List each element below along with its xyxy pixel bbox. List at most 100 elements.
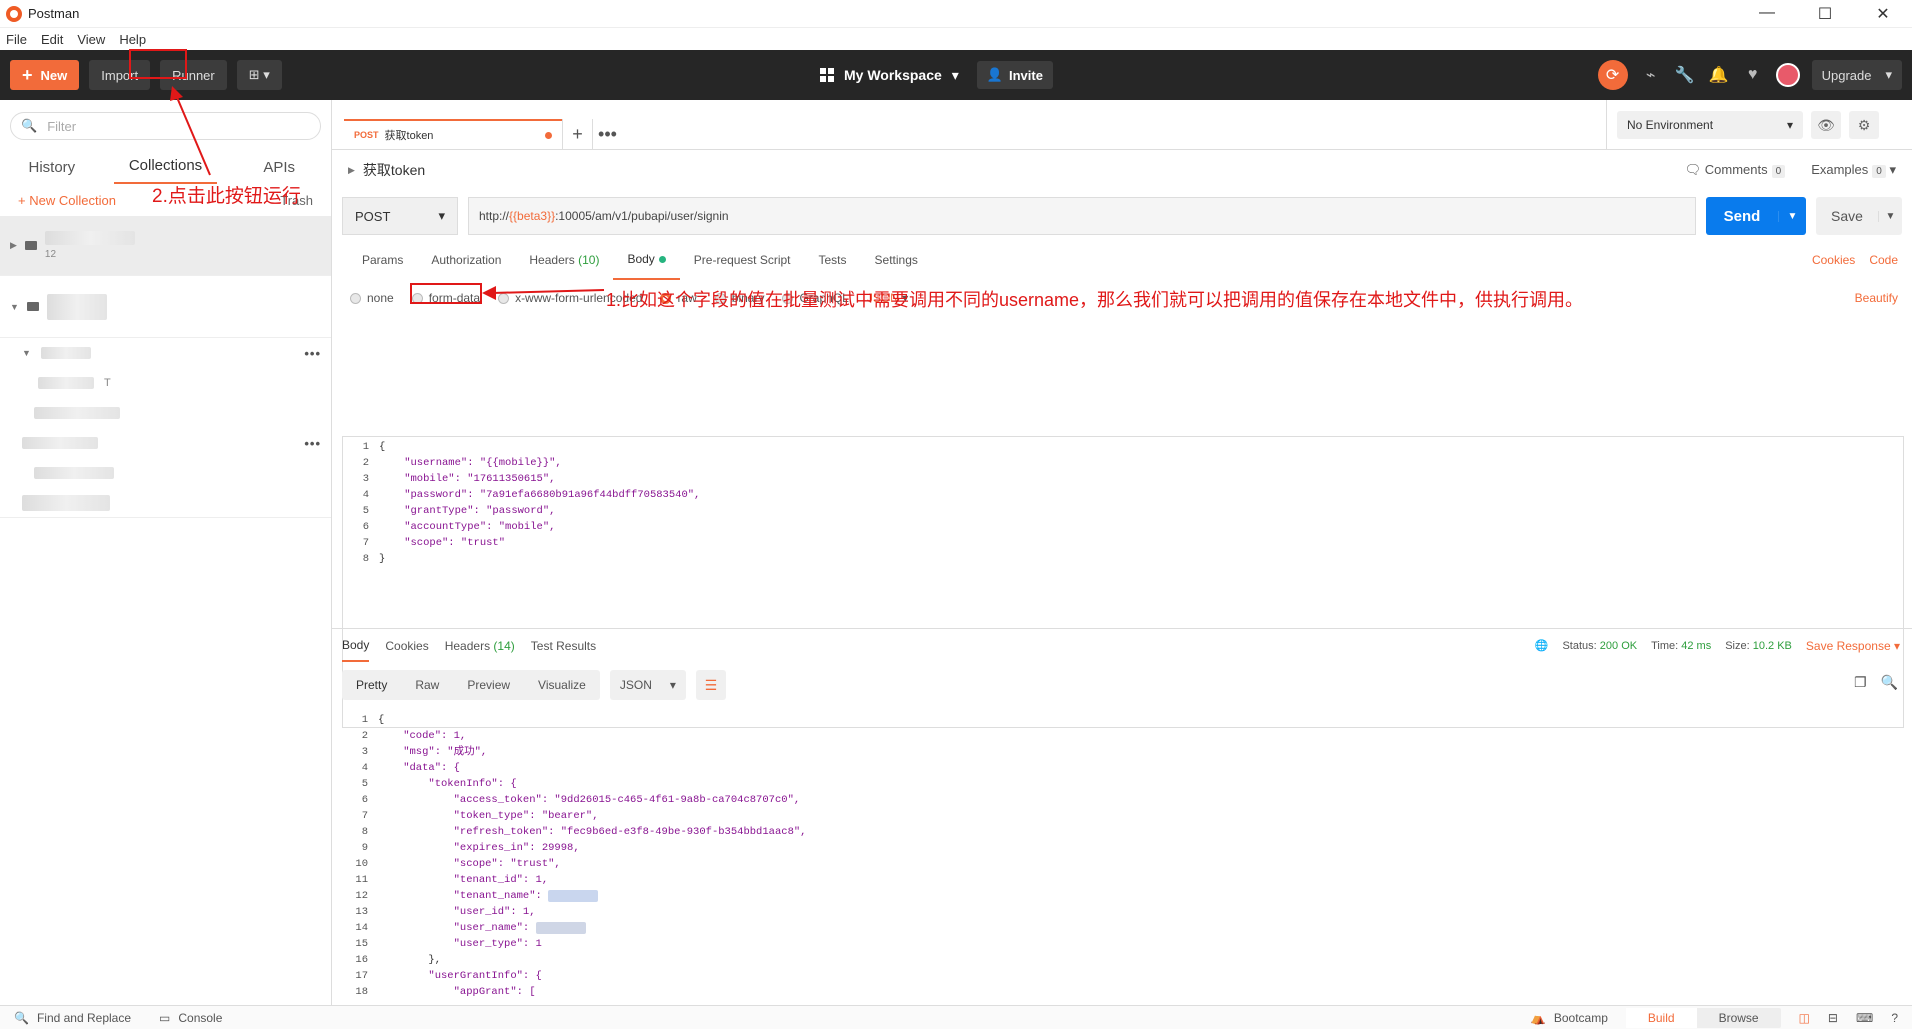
comments-button[interactable]: 🗨 Comments 0 (1685, 162, 1786, 178)
radio-icon (350, 292, 361, 304)
beautify-link[interactable]: Beautify (1855, 291, 1898, 305)
environment-select[interactable]: No Environment ▾ (1617, 111, 1803, 139)
tab-headers[interactable]: Headers (10) (515, 241, 613, 279)
request-item[interactable] (0, 458, 331, 488)
resp-tab-cookies[interactable]: Cookies (385, 639, 428, 653)
menu-view[interactable]: View (77, 32, 105, 47)
format-pretty[interactable]: Pretty (342, 678, 401, 692)
tab-authorization[interactable]: Authorization (417, 241, 515, 279)
minimize-button[interactable]: — (1738, 4, 1796, 24)
format-raw[interactable]: Raw (401, 678, 453, 692)
url-suffix: :10005/am/v1/pubapi/user/signin (555, 209, 729, 223)
headers-label: Headers (529, 253, 575, 267)
save-button[interactable]: Save ▼ (1816, 197, 1902, 235)
menu-file[interactable]: File (6, 32, 27, 47)
save-response-button[interactable]: Save Response ▾ (1806, 639, 1900, 653)
upgrade-button[interactable]: Upgrade ▾ (1811, 60, 1902, 90)
status-value: 200 OK (1599, 639, 1638, 652)
new-collection-button[interactable]: + New Collection (18, 193, 116, 208)
format-preview[interactable]: Preview (453, 678, 524, 692)
new-button[interactable]: + New (10, 60, 80, 90)
request-item[interactable] (0, 398, 331, 428)
new-button-label: New (40, 67, 68, 83)
sync-icon[interactable]: ⟳ (1597, 60, 1628, 90)
code-line: 11 "tenant_id": 1, (355, 874, 549, 886)
close-button[interactable]: ✕ (1854, 4, 1912, 24)
url-input[interactable]: http://{{beta3}}:10005/am/v1/pubapi/user… (468, 197, 1696, 235)
bell-icon[interactable]: 🔔 (1708, 65, 1730, 85)
filter-input[interactable]: 🔍 Filter (10, 112, 321, 140)
menu-help[interactable]: Help (119, 32, 146, 47)
build-tab[interactable]: Build (1625, 1007, 1697, 1028)
tab-tests[interactable]: Tests (805, 241, 861, 279)
code-line: 15 "user_type": 1 (355, 938, 542, 950)
collection-count: 12 (44, 249, 57, 260)
size-info: Size: 10.2 KB (1725, 640, 1792, 652)
tab-pre-request-script[interactable]: Pre-request Script (680, 241, 805, 279)
console-label: Console (178, 1010, 223, 1025)
send-button[interactable]: Send ▼ (1706, 197, 1806, 235)
tab-more-button[interactable]: ••• (592, 119, 622, 149)
examples-button[interactable]: Examples 0 ▾ (1811, 162, 1896, 178)
request-tab[interactable]: POST 获取token (344, 119, 562, 149)
resp-tab-headers[interactable]: Headers (14) (445, 639, 515, 653)
tab-settings[interactable]: Settings (861, 241, 932, 279)
keyboard-icon[interactable]: ⌨ (1856, 1011, 1873, 1025)
console-button[interactable]: ▭ Console (159, 1011, 222, 1025)
browse-tab[interactable]: Browse (1697, 1008, 1781, 1028)
maximize-button[interactable]: ☐ (1796, 4, 1854, 24)
tab-params[interactable]: Params (348, 241, 417, 279)
more-icon[interactable]: ••• (304, 436, 321, 451)
resp-tab-test-results[interactable]: Test Results (531, 639, 596, 653)
code-link[interactable]: Code (1869, 253, 1898, 267)
collection-item[interactable]: ▶ 12 (0, 216, 331, 276)
radio-none[interactable]: none (350, 291, 394, 305)
bootcamp-button[interactable]: ⛺ Bootcamp (1531, 1011, 1608, 1025)
eye-icon[interactable]: 👁 (1811, 111, 1841, 139)
format-visualize[interactable]: Visualize (524, 678, 600, 692)
layout-icon[interactable]: ⊟ (1828, 1011, 1838, 1025)
response-type-select[interactable]: JSON ▾ (609, 670, 686, 700)
request-item[interactable] (0, 488, 331, 518)
two-pane-icon[interactable]: ◫ (1799, 1011, 1810, 1025)
help-icon[interactable]: ? (1891, 1011, 1898, 1025)
satellite-icon[interactable]: ⌁ (1640, 65, 1662, 85)
wrench-icon[interactable]: 🔧 (1674, 65, 1696, 85)
folder-item[interactable]: ••• (0, 428, 331, 458)
collection-item[interactable]: ▼ (0, 276, 331, 338)
add-tab-button[interactable]: + (562, 119, 592, 149)
menu-edit[interactable]: Edit (41, 32, 63, 47)
code-line: 12 "tenant_name": (342, 888, 1912, 904)
avatar[interactable] (1775, 63, 1800, 87)
comments-label: Comments (1704, 162, 1768, 177)
resp-tab-body[interactable]: Body (342, 630, 370, 662)
invite-button[interactable]: 👤 Invite (976, 61, 1053, 89)
chevron-down-icon: ▾ (669, 678, 676, 692)
search-icon[interactable]: 🔍 (1881, 674, 1898, 691)
code-text: "username": "{{mobile}}", (379, 457, 562, 469)
find-replace-button[interactable]: 🔍 Find and Replace (14, 1011, 131, 1025)
heart-icon[interactable]: ♥ (1742, 66, 1764, 84)
gear-icon[interactable]: ⚙ (1849, 111, 1879, 139)
chevron-down-icon[interactable]: ▼ (1878, 210, 1902, 222)
new-window-button[interactable]: ⊞ ▾ (236, 60, 282, 90)
cookies-link[interactable]: Cookies (1812, 253, 1855, 267)
tab-history[interactable]: History (0, 159, 104, 184)
request-item[interactable]: T (0, 368, 331, 398)
method-select[interactable]: POST ▾ (342, 197, 458, 235)
code-line: 17 "userGrantInfo": { (355, 970, 542, 982)
folder-icon (26, 302, 39, 311)
tab-collections[interactable]: Collections (113, 157, 218, 184)
globe-icon: 🌐 (1534, 640, 1549, 652)
workspace-selector[interactable]: My Workspace ▾ (820, 67, 959, 84)
chevron-right-icon[interactable]: ▶ (348, 165, 355, 176)
folder-item[interactable]: ▼ ••• (0, 338, 331, 368)
more-icon[interactable]: ••• (304, 346, 321, 361)
response-body[interactable]: 1{ 2 "code": 1, 3 "msg": "成功", 4 "data":… (342, 712, 1912, 1004)
code-text: "tenant_id": 1, (378, 874, 549, 886)
chevron-down-icon[interactable]: ▼ (1778, 210, 1806, 222)
code-line: 3 "msg": "成功", (361, 746, 488, 758)
copy-icon[interactable]: ❐ (1854, 674, 1867, 691)
tab-body[interactable]: Body (613, 240, 680, 280)
wrap-lines-icon[interactable]: ☰ (695, 670, 726, 700)
